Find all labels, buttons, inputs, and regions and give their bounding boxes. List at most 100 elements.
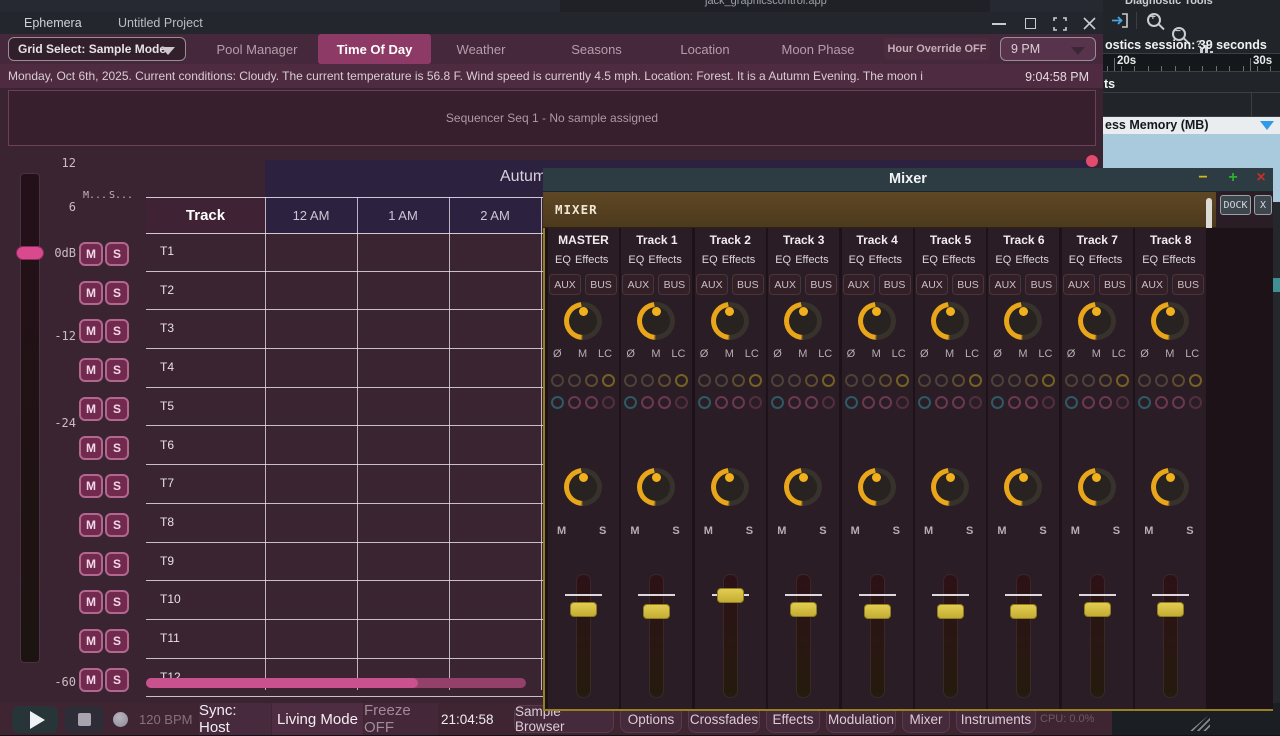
channel-fader-handle[interactable] xyxy=(1157,602,1184,617)
return-led[interactable] xyxy=(585,396,598,409)
hour-override-button[interactable]: Hour Override OFF xyxy=(884,38,990,60)
pan-knob[interactable] xyxy=(931,468,969,506)
send-led[interactable] xyxy=(1138,374,1151,387)
channel-fader-track[interactable] xyxy=(943,574,958,698)
bus-button[interactable]: BUS xyxy=(585,274,617,295)
mixer-add-button[interactable]: + xyxy=(1223,169,1243,191)
tab-moon-phase[interactable]: Moon Phase xyxy=(766,34,870,64)
tab-seasons[interactable]: Seasons xyxy=(545,34,648,64)
send-led[interactable] xyxy=(1008,374,1021,387)
return-led[interactable] xyxy=(624,396,637,409)
return-led[interactable] xyxy=(641,396,654,409)
track-solo-button[interactable]: S xyxy=(105,552,129,576)
freeze-toggle[interactable]: Freeze OFF xyxy=(364,703,438,735)
mixer-x-button[interactable]: X xyxy=(1254,195,1272,215)
track-solo-button[interactable]: S xyxy=(105,629,129,653)
gain-knob[interactable] xyxy=(711,302,749,340)
eq-button[interactable]: EQ xyxy=(1142,254,1158,266)
effects-button[interactable]: Effects xyxy=(648,254,681,266)
track-mute-button[interactable]: M xyxy=(79,513,103,537)
send-led[interactable] xyxy=(935,374,948,387)
gain-knob[interactable] xyxy=(1151,302,1189,340)
bus-button[interactable]: BUS xyxy=(1172,274,1204,295)
send-led[interactable] xyxy=(788,374,801,387)
track-solo-button[interactable]: S xyxy=(105,513,129,537)
pan-knob[interactable] xyxy=(784,468,822,506)
bus-button[interactable]: BUS xyxy=(805,274,837,295)
track-mute-button[interactable]: M xyxy=(79,629,103,653)
eq-button[interactable]: EQ xyxy=(1069,254,1085,266)
return-led[interactable] xyxy=(1116,396,1129,409)
aux-button[interactable]: AUX xyxy=(843,274,875,295)
minimize-button[interactable] xyxy=(988,15,1010,32)
gain-knob[interactable] xyxy=(1078,302,1116,340)
send-led[interactable] xyxy=(658,374,671,387)
return-led[interactable] xyxy=(1025,396,1038,409)
channel-fader-track[interactable] xyxy=(796,574,811,698)
channel-fader-track[interactable] xyxy=(1163,574,1178,698)
return-led[interactable] xyxy=(991,396,1004,409)
return-led[interactable] xyxy=(805,396,818,409)
channel-fader-handle[interactable] xyxy=(790,602,817,617)
gain-knob[interactable] xyxy=(784,302,822,340)
bus-button[interactable]: BUS xyxy=(658,274,690,295)
hour-select-dropdown[interactable]: 9 PM xyxy=(1000,37,1096,61)
return-led[interactable] xyxy=(1042,396,1055,409)
send-led[interactable] xyxy=(641,374,654,387)
aux-button[interactable]: AUX xyxy=(696,274,728,295)
pan-knob[interactable] xyxy=(1004,468,1042,506)
track-solo-button[interactable]: S xyxy=(105,319,129,343)
effects-button[interactable]: Effects xyxy=(1015,254,1048,266)
send-led[interactable] xyxy=(1116,374,1129,387)
effects-button[interactable]: Effects xyxy=(869,254,902,266)
return-led[interactable] xyxy=(788,396,801,409)
mixer-close-button[interactable]: × xyxy=(1251,169,1271,191)
channel-fader-handle[interactable] xyxy=(1010,604,1037,619)
bus-button[interactable]: BUS xyxy=(732,274,764,295)
channel-fader-track[interactable] xyxy=(870,574,885,698)
return-led[interactable] xyxy=(969,396,982,409)
return-led[interactable] xyxy=(896,396,909,409)
return-led[interactable] xyxy=(879,396,892,409)
gain-knob[interactable] xyxy=(564,302,602,340)
sequencer-box[interactable]: Sequencer Seq 1 - No sample assigned xyxy=(8,90,1096,146)
timeline-horizontal-scrollbar[interactable] xyxy=(146,678,526,688)
effects-button[interactable]: Effects xyxy=(942,254,975,266)
mixer-minimize-button[interactable]: − xyxy=(1193,169,1213,191)
send-led[interactable] xyxy=(715,374,728,387)
track-solo-button[interactable]: S xyxy=(105,358,129,382)
send-led[interactable] xyxy=(991,374,1004,387)
aux-button[interactable]: AUX xyxy=(622,274,654,295)
pan-knob[interactable] xyxy=(858,468,896,506)
send-led[interactable] xyxy=(1189,374,1202,387)
effects-button[interactable]: Effects xyxy=(1162,254,1195,266)
aux-button[interactable]: AUX xyxy=(1136,274,1168,295)
send-led[interactable] xyxy=(1172,374,1185,387)
send-led[interactable] xyxy=(879,374,892,387)
gain-knob[interactable] xyxy=(931,302,969,340)
aux-button[interactable]: AUX xyxy=(549,274,581,295)
track-mute-button[interactable]: M xyxy=(79,319,103,343)
return-led[interactable] xyxy=(1082,396,1095,409)
send-led[interactable] xyxy=(698,374,711,387)
effects-button[interactable]: Effects xyxy=(575,254,608,266)
diagnostics-timeline-ruler[interactable]: 20s 30s xyxy=(1103,53,1280,72)
send-led[interactable] xyxy=(805,374,818,387)
channel-fader-handle[interactable] xyxy=(717,588,744,603)
bus-button[interactable]: BUS xyxy=(952,274,984,295)
gain-knob[interactable] xyxy=(1004,302,1042,340)
return-led[interactable] xyxy=(771,396,784,409)
channel-fader-handle[interactable] xyxy=(864,604,891,619)
track-mute-button[interactable]: M xyxy=(79,436,103,460)
eq-button[interactable]: EQ xyxy=(628,254,644,266)
channel-fader-track[interactable] xyxy=(576,574,591,698)
send-led[interactable] xyxy=(551,374,564,387)
effects-button[interactable]: Effects xyxy=(1089,254,1122,266)
return-led[interactable] xyxy=(1189,396,1202,409)
return-led[interactable] xyxy=(1172,396,1185,409)
maximize-button[interactable] xyxy=(1019,15,1041,32)
return-led[interactable] xyxy=(1099,396,1112,409)
channel-fader-track[interactable] xyxy=(649,574,664,698)
return-led[interactable] xyxy=(749,396,762,409)
bus-button[interactable]: BUS xyxy=(1099,274,1131,295)
